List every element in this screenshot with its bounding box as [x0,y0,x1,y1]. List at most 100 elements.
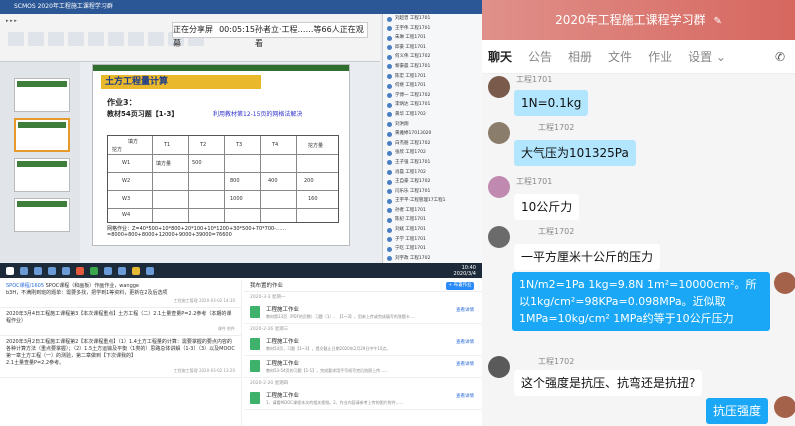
taskbar-app-icon[interactable] [146,266,154,275]
chat-tab-1[interactable]: 公告 [528,48,552,65]
avatar[interactable] [774,396,795,418]
assign-homework-button[interactable]: + 布置作业 [446,282,474,290]
message-bubble[interactable]: 一平方厘米十公斤的压力 [514,244,661,270]
chat-tab-3[interactable]: 文件 [608,48,632,65]
participant-item[interactable]: 学博一 工程1702 [383,91,482,101]
participant-item[interactable]: 邱豪 工程1701 [383,43,482,53]
ribbon-tool-6[interactable] [108,32,124,46]
edit-icon[interactable]: ✎ [713,16,721,27]
participant-item[interactable]: 陈宏 工程1701 [383,72,482,82]
participant-item[interactable]: 黎豪晨 工程1701 [383,62,482,72]
homework-item-title[interactable]: 工程施工作业 [266,337,299,345]
taskbar-app-icon[interactable] [34,266,42,275]
avatar[interactable] [488,76,510,98]
participant-item[interactable]: 刘超曾 工程1701 [383,14,482,24]
slide-thumbnail[interactable] [14,198,70,232]
avatar[interactable] [488,226,510,248]
chat-tab-0[interactable]: 聊天 [488,48,512,65]
avatar[interactable] [774,272,795,294]
homework-item[interactable]: 工程施工作业 教材第23页（PDF的页数）习题（1）、【1~3】，用来上传或完成填… [244,302,482,324]
taskbar-app-icon[interactable] [62,266,70,275]
chat-message-area: 工程1701 1N=0.1kg 工程1702 大气压为101325Pa 工程1701 10… [482,74,795,426]
taskbar-app-icon[interactable] [132,266,140,275]
taskbar-app-icon[interactable] [20,266,28,275]
participant-item[interactable]: 刘宇政 工程1702 [383,254,482,264]
participant-item[interactable]: 陈纪 工程1701 [383,215,482,225]
homework-view-detail-link[interactable]: 查看详情 [456,393,474,399]
participant-item[interactable]: 何义伟 工程1702 [383,52,482,62]
participant-item[interactable]: 刘斌 工程1701 [383,225,482,235]
participant-item[interactable]: 何继 工程1701 [383,81,482,91]
table-grid-line [108,190,338,191]
homework-item[interactable]: 工程施工作业 教材54页，习题【1~3】，提交截止日期2020年2月29日中午10… [244,334,482,356]
participant-item[interactable]: 黄雅婷17013020 [383,129,482,139]
message-bubble[interactable]: 这个强度是抗压、抗弯还是抗扭? [514,370,703,396]
taskbar-app-icon[interactable] [90,266,98,275]
homework-view-detail-link[interactable]: 查看详情 [456,361,474,367]
participant-item[interactable]: 肖磊 工程1702 [383,168,482,178]
participant-item[interactable]: 李炳达 工程1701 [383,100,482,110]
homework-view-detail-link[interactable]: 查看详情 [456,339,474,345]
ribbon-tool-7[interactable] [128,32,144,46]
windows-start-icon[interactable] [6,266,14,275]
chat-tab-2[interactable]: 相册 [568,48,592,65]
taskbar-app-icon[interactable] [48,266,56,275]
homework-item-title[interactable]: 工程施工作业 [266,391,299,399]
share-elapsed-time: 00:05:15 [219,25,255,34]
current-slide: 土方工程量计算 作业3： 教材54页习题【1-3】 利用教材第12-15页的网格… [92,64,350,246]
forum-post[interactable]: 2020年3月2日工程施工课程第2【本次课程重点】（1）1.4土方工程量的计算：… [0,336,241,378]
chevron-down-icon[interactable]: ⌄ [712,50,726,64]
table-cell: W4 [122,212,131,218]
taskbar-app-icon[interactable] [76,266,84,275]
table-cell: 200 [304,178,314,184]
forum-post[interactable]: 2020年3月4日工程施工课程第3【本次课程重点】土方工程（二）2.1土量查量P… [0,308,241,336]
avatar[interactable] [488,356,510,378]
homework-item-desc: 教材54页，习题【1~3】，提交截止日期2020年2月29日中午10点。 [266,346,391,351]
taskbar-app-icon[interactable] [104,266,112,275]
chat-tab-4[interactable]: 作业 [648,48,672,65]
chat-tab-5[interactable]: 设置 ⌄ [688,48,726,65]
participant-item[interactable]: 王子强 工程1701 [383,158,482,168]
forum-post[interactable]: SPOC课程/1605 SPOC课程（和画板）作画作业，wangge b3H，不满… [0,280,241,308]
participant-item[interactable]: 王宇平·工程管理17工程1 [383,196,482,206]
slide-thumbnail[interactable] [14,158,70,192]
homework-item[interactable]: 工程施工作业 教材53-54页的习题【1-1】，完成要求用手写纸写完后拍照上传……… [244,356,482,378]
message-bubble[interactable]: 1N=0.1kg [514,90,589,116]
ribbon-tool-4[interactable] [68,32,84,46]
participant-item[interactable]: 朱琳 工程1701 [383,33,482,43]
homework-view-detail-link[interactable]: 查看详情 [456,307,474,313]
ribbon-tool-1[interactable] [8,32,24,46]
message-bubble[interactable]: 抗压强度 [706,398,768,424]
participant-item[interactable]: 刘洪翔 [383,120,482,130]
document-icon [250,360,260,372]
ribbon-tool-8[interactable] [148,32,164,46]
avatar[interactable] [488,176,510,198]
participant-item[interactable]: 白杰朋 工程1702 [383,139,482,149]
participant-item[interactable]: 黄华 工程1702 [383,110,482,120]
slide-thumbnail[interactable] [14,78,70,112]
forum-post-tag[interactable]: SPOC课程/1605 [6,283,46,289]
message-bubble[interactable]: 大气压为101325Pa [514,140,636,166]
course-forum-list: SPOC课程/1605 SPOC课程（和画板）作画作业，wangge b3H，不满… [0,280,242,426]
participant-item[interactable]: 王宇伟 工程1701 [383,24,482,34]
participant-item[interactable]: 张欣 工程1702 [383,148,482,158]
homework-item-title[interactable]: 工程施工作业 [266,359,299,367]
participant-item[interactable]: 闫乐乐 工程1701 [383,187,482,197]
ribbon-tool-3[interactable] [48,32,64,46]
homework-item[interactable]: 工程施工作业 1、请看MOOC课程本次的相关视频。2、作业内容请参考上传的图片附件… [244,388,482,410]
chat-message: 工程1702 一平方厘米十公斤的压力 [482,224,795,272]
message-bubble[interactable]: 10公斤力 [514,194,580,220]
participant-item[interactable]: 宁吃 工程1701 [383,244,482,254]
participant-item[interactable]: 王自豪 工程1702 [383,177,482,187]
participant-item[interactable]: 子学 工程1701 [383,235,482,245]
homework-item-title[interactable]: 工程施工作业 [266,305,299,313]
slide-thumbnail-active[interactable] [14,118,70,152]
message-bubble[interactable]: 1N/m2=1Pa 1kg=9.8N 1m²=10000cm²。所以1kg/cm… [512,272,770,331]
phone-call-icon[interactable]: ✆ [775,50,785,64]
ribbon-tool-5[interactable] [88,32,104,46]
participant-item[interactable]: 孙者 工程1701 [383,206,482,216]
taskbar-app-icon[interactable] [118,266,126,275]
table-cell: 1000 [230,196,243,202]
ribbon-tool-2[interactable] [28,32,44,46]
avatar[interactable] [488,122,510,144]
